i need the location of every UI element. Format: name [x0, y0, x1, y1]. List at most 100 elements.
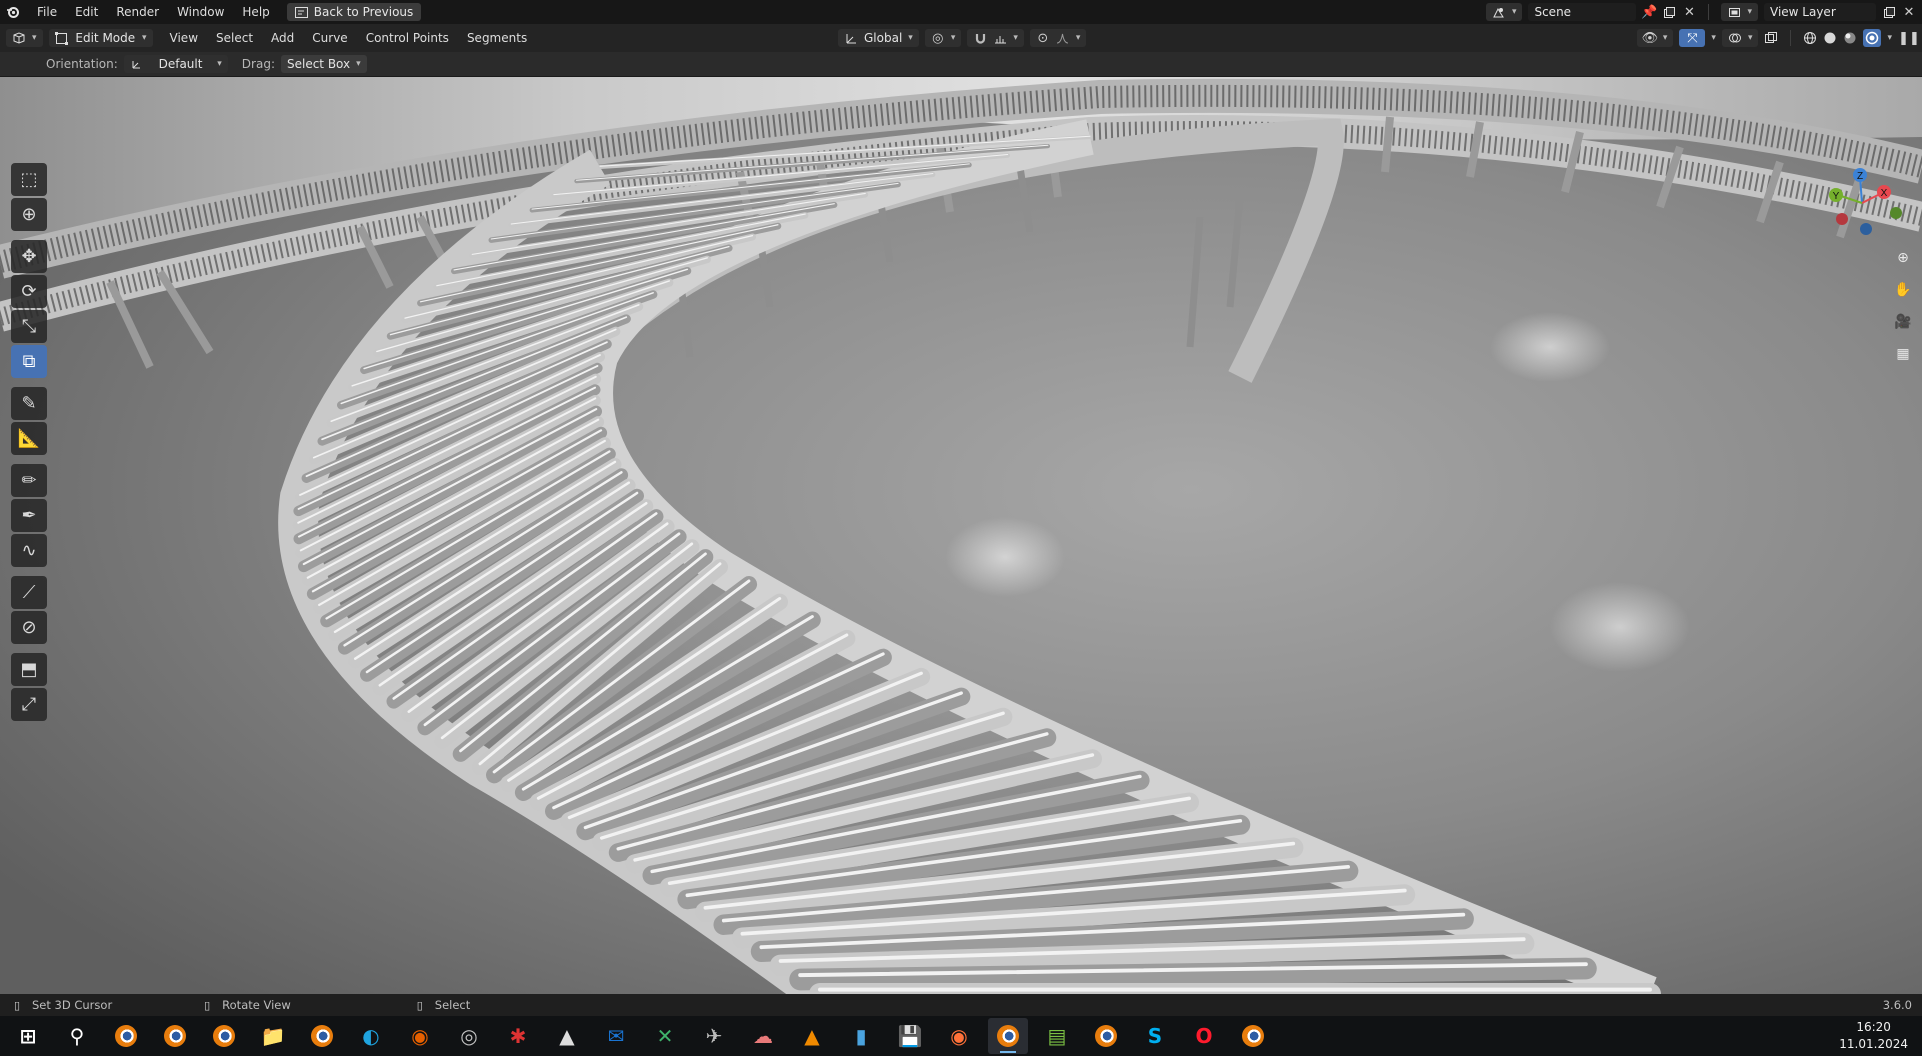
rendered-shading-icon[interactable] [1863, 29, 1882, 47]
close-scene-icon[interactable]: ✕ [1682, 5, 1696, 19]
perspective-grid-icon[interactable]: ▦ [1890, 341, 1916, 367]
material-preview-shading-icon[interactable] [1843, 31, 1857, 45]
xray-toggle-icon[interactable] [1764, 31, 1778, 45]
taskbar-app-16[interactable]: ▲ [792, 1018, 832, 1054]
menu-view[interactable]: View [161, 28, 207, 48]
taskbar-app-9[interactable]: ◎ [449, 1018, 489, 1054]
taskbar-app-6[interactable] [302, 1018, 342, 1054]
menu-edit[interactable]: Edit [66, 2, 107, 22]
extrude-tool[interactable]: ⬒ [11, 653, 47, 686]
proportional-editing-controls[interactable]: ⊙ ▾ [1029, 29, 1087, 47]
view-layer-icon [1727, 5, 1741, 19]
camera-view-icon[interactable]: 🎥 [1890, 309, 1916, 335]
taskbar-app-10[interactable]: ✱ [498, 1018, 538, 1054]
menu-file[interactable]: File [28, 2, 66, 22]
taskbar-app-25[interactable] [1233, 1018, 1273, 1054]
new-view-layer-icon[interactable] [1882, 5, 1896, 19]
floppy-icon: 💾 [897, 1024, 923, 1048]
taskbar-app-11[interactable]: ▲ [547, 1018, 587, 1054]
view-layer-selector[interactable]: ▾ [1721, 3, 1758, 21]
taskbar-app-14[interactable]: ✈ [694, 1018, 734, 1054]
taskbar-app-21[interactable]: ▤ [1037, 1018, 1077, 1054]
back-to-previous-button[interactable]: Back to Previous [286, 3, 422, 21]
taskbar-app-3[interactable] [155, 1018, 195, 1054]
taskbar-app-1[interactable]: ⚲ [57, 1018, 97, 1054]
menu-control-points[interactable]: Control Points [357, 28, 458, 48]
menu-window[interactable]: Window [168, 2, 233, 22]
randomize-tool[interactable]: ⤢ [11, 688, 47, 721]
object-visibility-selector[interactable]: 👁 ▾ [1636, 29, 1674, 47]
taskbar-app-4[interactable] [204, 1018, 244, 1054]
zoom-icon[interactable]: ⊕ [1890, 245, 1916, 271]
menu-segments[interactable]: Segments [458, 28, 536, 48]
chevron-down-icon[interactable]: ▾ [1711, 33, 1716, 43]
transform-tool[interactable]: ⧉ [11, 345, 47, 378]
pen-tool[interactable]: ✒ [11, 499, 47, 532]
neg-x-axis-handle[interactable] [1836, 213, 1848, 225]
orientation-selector[interactable]: Default ▾ [123, 55, 228, 73]
back-to-previous-label: Back to Previous [313, 5, 414, 19]
taskbar-app-19[interactable]: ◉ [939, 1018, 979, 1054]
3d-viewport[interactable]: ⬚ ⊕ ✥ ⟳ ⤡ ⧉ ✎ 📐 ✏ ✒ ∿ ⟋ ⊘ ⬒ ⤢ Z X Y ⊕ ✋ 🎥 ▦ [0, 77, 1922, 994]
solid-shading-icon[interactable] [1823, 31, 1837, 45]
scale-tool[interactable]: ⤡ [11, 310, 47, 343]
chevron-down-icon[interactable]: ▾ [1887, 33, 1892, 43]
wireframe-shading-icon[interactable] [1803, 31, 1817, 45]
status-bar: ▯ Set 3D Cursor ▯ Rotate View ▯ Select 3… [0, 994, 1922, 1016]
taskbar-app-18[interactable]: 💾 [890, 1018, 930, 1054]
rotate-tool[interactable]: ⟳ [11, 275, 47, 308]
mode-selector[interactable]: Edit Mode ▾ [48, 29, 153, 47]
taskbar-app-22[interactable] [1086, 1018, 1126, 1054]
menu-render[interactable]: Render [107, 2, 168, 22]
overlays-toggle[interactable]: ▾ [1721, 29, 1759, 47]
editor-type-selector[interactable]: ▾ [6, 29, 43, 47]
taskbar-app-8[interactable]: ◉ [400, 1018, 440, 1054]
select-box-tool[interactable]: ⬚ [11, 163, 47, 196]
taskbar-app-5[interactable]: 📁 [253, 1018, 293, 1054]
move-tool[interactable]: ✥ [11, 240, 47, 273]
transform-orientation-selector[interactable]: Global ▾ [838, 29, 919, 47]
scene-selector[interactable]: ▾ [1485, 3, 1523, 21]
tilt-tool[interactable]: ⟋ [11, 576, 47, 609]
taskbar-app-20[interactable] [988, 1018, 1028, 1054]
drag-selector[interactable]: Select Box ▾ [280, 55, 367, 73]
pan-hand-icon[interactable]: ✋ [1890, 277, 1916, 303]
light-reflection [945, 517, 1065, 597]
radius-tool[interactable]: ⊘ [11, 611, 47, 644]
orientation-label: Orientation: [46, 57, 118, 71]
pivot-point-selector[interactable]: ◎ ▾ [924, 29, 962, 47]
menu-curve[interactable]: Curve [303, 28, 356, 48]
tool-settings-bar: Orientation: Default ▾ Drag: Select Box … [0, 52, 1922, 77]
pin-icon[interactable]: 📌 [1641, 5, 1657, 19]
taskbar-app-24[interactable]: O [1184, 1018, 1224, 1054]
blender-icon [1095, 1025, 1117, 1047]
system-clock[interactable]: 16:20 11.01.2024 [1839, 1019, 1914, 1053]
taskbar-app-7[interactable]: ◐ [351, 1018, 391, 1054]
new-scene-icon[interactable] [1662, 5, 1676, 19]
close-view-layer-icon[interactable]: ✕ [1902, 5, 1916, 19]
taskbar-app-23[interactable]: S [1135, 1018, 1175, 1054]
pause-render-icon[interactable]: ❚❚ [1898, 31, 1920, 45]
gizmo-toggle[interactable]: ⤧ [1679, 29, 1706, 47]
taskbar-app-13[interactable]: ✕ [645, 1018, 685, 1054]
neg-y-axis-handle[interactable] [1890, 207, 1902, 219]
taskbar-app-0[interactable]: ⊞ [8, 1018, 48, 1054]
taskbar-app-15[interactable]: ☁ [743, 1018, 783, 1054]
taskbar-app-2[interactable] [106, 1018, 146, 1054]
snapping-controls[interactable]: ▾ [967, 29, 1024, 47]
menu-add[interactable]: Add [262, 28, 303, 48]
taskbar-app-12[interactable]: ✉ [596, 1018, 636, 1054]
menu-select[interactable]: Select [207, 28, 262, 48]
annotate-tool[interactable]: ✎ [11, 387, 47, 420]
menu-help[interactable]: Help [233, 2, 278, 22]
view-layer-name-field[interactable]: View Layer [1764, 3, 1876, 21]
curve-tool[interactable]: ∿ [11, 534, 47, 567]
neg-z-axis-handle[interactable] [1860, 223, 1872, 235]
navigation-gizmo[interactable]: Z X Y [1818, 163, 1904, 245]
scene-name-field[interactable]: Scene [1528, 3, 1637, 21]
taskbar-app-17[interactable]: ▮ [841, 1018, 881, 1054]
draw-tool[interactable]: ✏ [11, 464, 47, 497]
blender-logo-icon[interactable] [6, 5, 20, 19]
measure-tool[interactable]: 📐 [11, 422, 47, 455]
cursor-tool[interactable]: ⊕ [11, 198, 47, 231]
